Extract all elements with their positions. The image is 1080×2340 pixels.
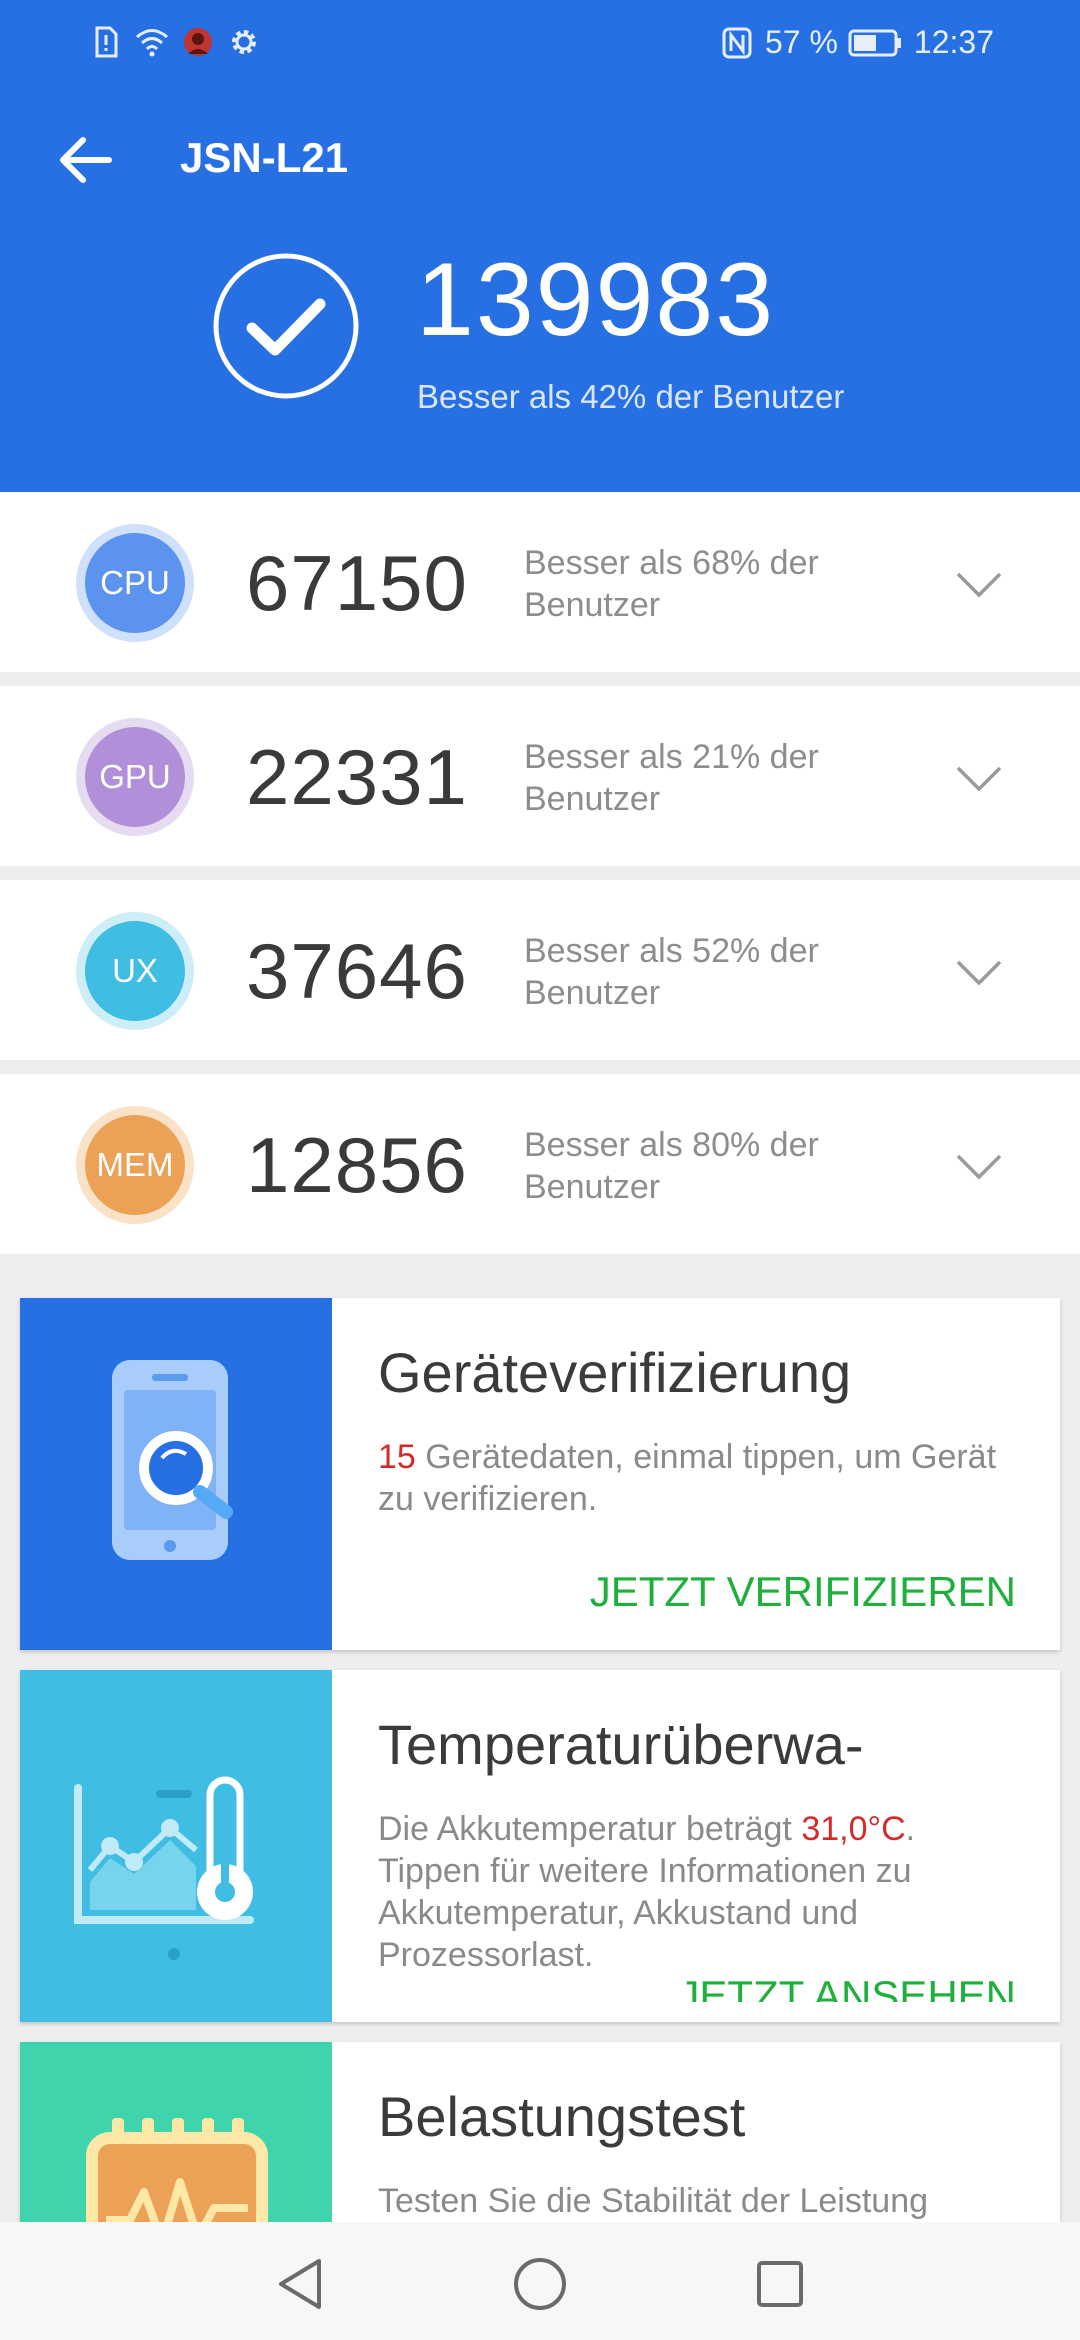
stress-test-title: Belastungstest	[378, 2085, 746, 2148]
app-notification-icon	[184, 28, 212, 56]
score-row-gpu[interactable]: GPU 22331 Besser als 21% der Benutzer	[0, 686, 1080, 866]
temperature-text: Die Akkutemperatur beträgt 31,0°C. Tippe…	[378, 1808, 1018, 1976]
cpu-badge: CPU	[76, 524, 194, 642]
system-nav-bar	[0, 2222, 1080, 2340]
back-arrow-icon	[60, 137, 112, 183]
temperature-illustration	[20, 1670, 332, 2022]
screen: 57 % 12:37 JSN-L21 139983 Besser als 42%…	[0, 0, 1080, 2340]
nav-recents-button[interactable]	[748, 2252, 812, 2316]
result-header: 57 % 12:37 JSN-L21 139983 Besser als 42%…	[0, 0, 1080, 492]
chevron-down-icon[interactable]	[952, 946, 1006, 1000]
view-now-button[interactable]: JETZT ANSEHEN	[678, 1972, 1016, 2002]
ux-badge-label: UX	[85, 921, 185, 1021]
phone-search-icon	[112, 1360, 233, 1560]
chevron-down-icon[interactable]	[952, 1140, 1006, 1194]
gear-icon	[232, 30, 256, 54]
total-score: 139983	[416, 242, 776, 358]
view-now-label: JETZT ANSEHEN	[678, 1972, 1016, 2002]
nfc-icon	[722, 27, 752, 58]
stress-test-text: Testen Sie die Stabilität der Leistung	[378, 2182, 929, 2220]
battery-temperature-value: 31,0°C	[801, 1810, 906, 1848]
status-left-icons	[88, 24, 262, 60]
mem-score: 12856	[246, 1121, 468, 1209]
sim-alert-icon	[95, 26, 118, 58]
nav-home-button[interactable]	[508, 2252, 572, 2316]
battery-percent: 57 %	[764, 24, 838, 60]
temperature-title: Temperaturüberwa-	[378, 1713, 864, 1776]
wifi-icon	[136, 29, 168, 57]
mem-badge: MEM	[76, 1106, 194, 1224]
gpu-badge: GPU	[76, 718, 194, 836]
total-score-desc: Besser als 42% der Benutzer	[417, 378, 845, 415]
cpu-badge-label: CPU	[85, 533, 185, 633]
score-row-ux[interactable]: UX 37646 Besser als 52% der Benutzer	[0, 880, 1080, 1060]
ux-score: 37646	[246, 927, 468, 1015]
recents-square-icon	[757, 2261, 803, 2307]
device-data-count: 15	[378, 1438, 416, 1476]
back-button[interactable]	[50, 128, 120, 192]
verification-text: 15 Gerätedaten, einmal tippen, um Gerät …	[378, 1436, 1018, 1520]
gpu-score: 22331	[246, 733, 468, 821]
device-title: JSN-L21	[180, 134, 349, 181]
back-triangle-icon	[279, 2259, 321, 2309]
temperature-monitor-card[interactable]: Temperaturüberwa- Die Akkutemperatur bet…	[20, 1670, 1060, 2022]
gpu-badge-label: GPU	[85, 727, 185, 827]
temperature-text-before: Die Akkutemperatur beträgt	[378, 1810, 802, 1848]
cpu-score: 67150	[246, 539, 468, 627]
gpu-desc: Besser als 21% der Benutzer	[524, 738, 819, 818]
verification-title: Geräteverifizierung	[378, 1341, 852, 1404]
chevron-down-icon[interactable]	[952, 558, 1006, 612]
score-row-cpu[interactable]: CPU 67150 Besser als 68% der Benutzer	[0, 492, 1080, 672]
chevron-down-icon[interactable]	[952, 752, 1006, 806]
home-circle-icon	[514, 2258, 566, 2310]
ux-badge: UX	[76, 912, 194, 1030]
battery-icon	[848, 29, 901, 56]
status-bar: 57 % 12:37	[0, 0, 1080, 86]
verification-illustration	[20, 1298, 332, 1650]
cpu-desc: Besser als 68% der Benutzer	[524, 544, 819, 624]
clock: 12:37	[913, 24, 994, 60]
status-right: 57 % 12:37	[719, 24, 994, 61]
device-verification-card[interactable]: Geräteverifizierung 15 Gerätedaten, einm…	[20, 1298, 1060, 1650]
score-row-mem[interactable]: MEM 12856 Besser als 80% der Benutzer	[0, 1074, 1080, 1254]
ux-desc: Besser als 52% der Benutzer	[524, 932, 819, 1012]
verify-now-button[interactable]: JETZT VERIFIZIEREN	[590, 1568, 1016, 1616]
mem-badge-label: MEM	[85, 1115, 185, 1215]
verification-text-body: Gerätedaten, einmal tippen, um Gerät zu …	[378, 1438, 997, 1518]
app-bar: JSN-L21	[0, 120, 1080, 200]
nav-back-button[interactable]	[268, 2252, 332, 2316]
mem-desc: Besser als 80% der Benutzer	[524, 1126, 819, 1206]
check-circle-icon	[213, 253, 359, 399]
thermometer-chart-icon	[74, 1776, 254, 1960]
